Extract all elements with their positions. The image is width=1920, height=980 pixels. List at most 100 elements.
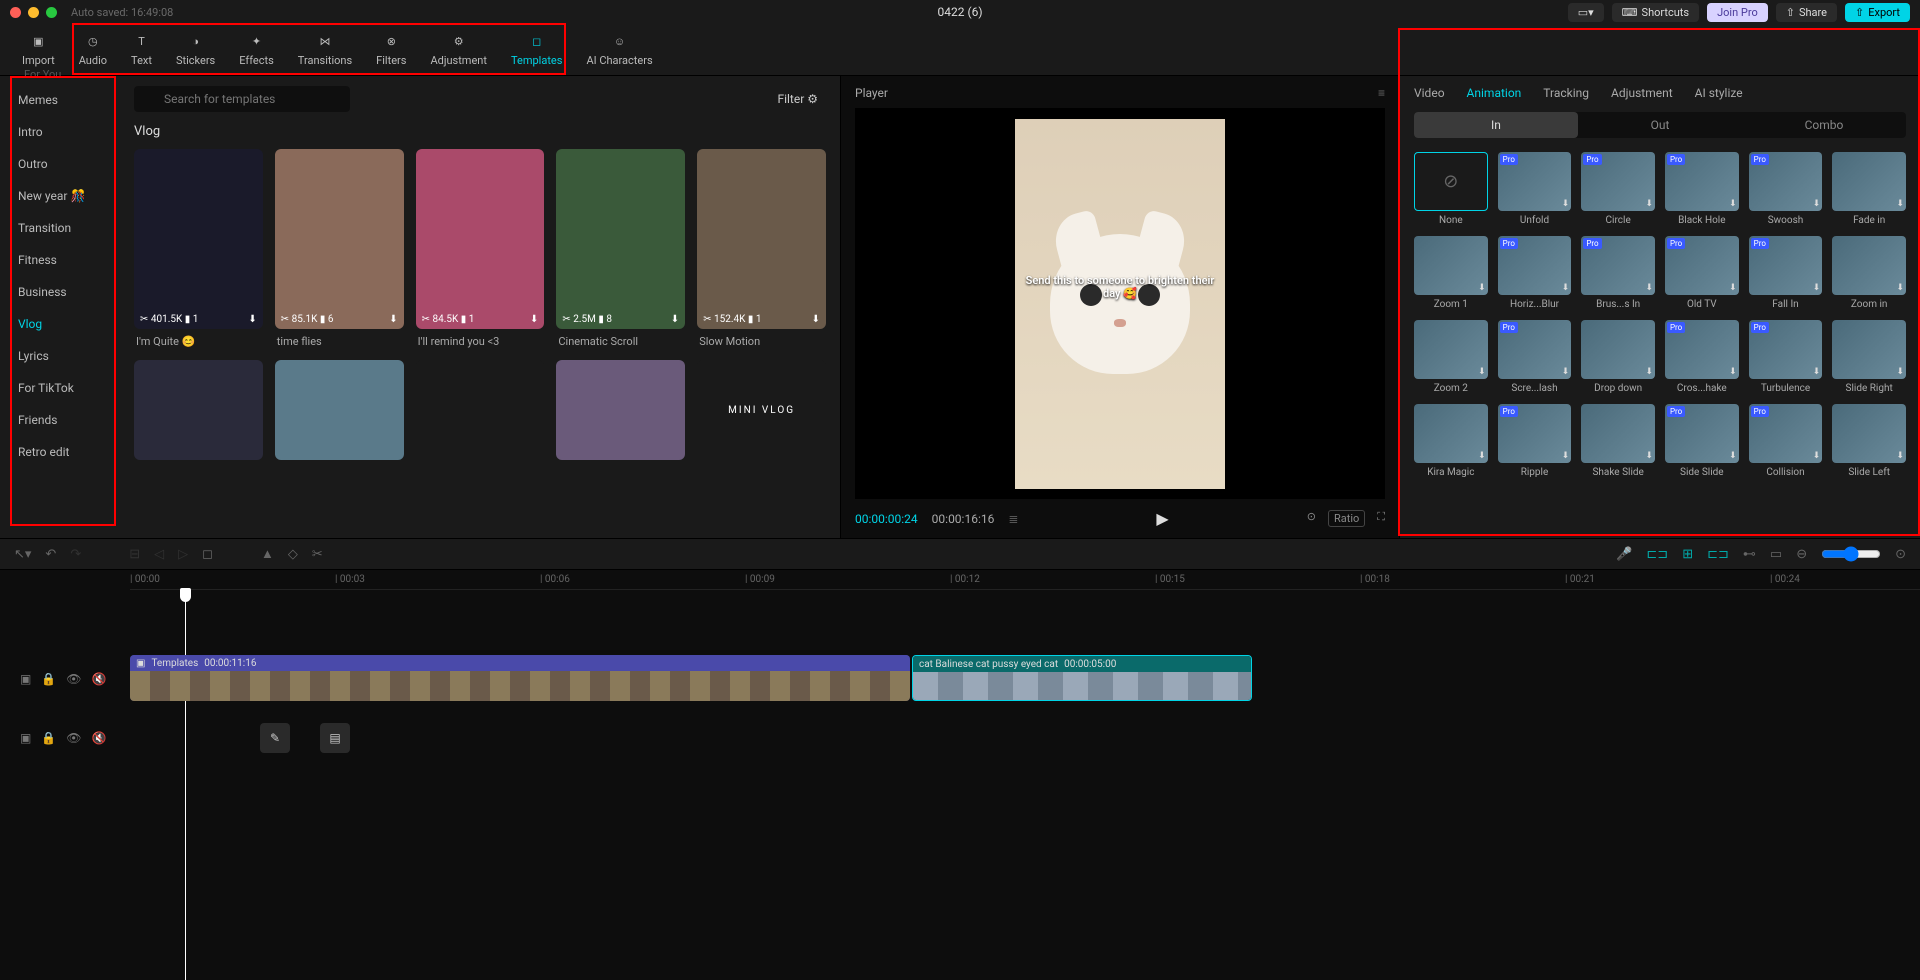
animation-ripple[interactable]: Pro⬇Ripple [1498,404,1572,478]
tool-audio[interactable]: ◷Audio [67,30,119,69]
animation-slide-right[interactable]: ⬇Slide Right [1832,320,1906,394]
animation-cros-hake[interactable]: Pro⬇Cros...hake [1665,320,1739,394]
segment-in[interactable]: In [1414,112,1578,138]
fullscreen-icon[interactable]: ⛶ [1377,510,1385,527]
zoom-out-icon[interactable]: ⊖ [1796,547,1807,562]
undo-icon[interactable]: ↶ [45,547,56,562]
mirror-icon[interactable]: ▲ [261,546,274,562]
track-mute-icon[interactable]: 🔇 [92,672,107,686]
animation-swoosh[interactable]: Pro⬇Swoosh [1749,152,1823,226]
screen-icon[interactable]: ▭ [1770,547,1782,562]
track2-mute-icon[interactable]: 🔇 [92,731,107,745]
template-card[interactable] [134,360,263,460]
template-card[interactable] [416,360,545,460]
tool-import[interactable]: ▣Import [10,30,67,69]
animation-fade-in[interactable]: ⬇Fade in [1832,152,1906,226]
template-card[interactable]: ✂ 401.5K ▮ 1⬇I'm Quite 😊 [134,149,263,348]
filter-button[interactable]: Filter ⚙ [769,87,826,111]
template-card[interactable]: ✂ 85.1K ▮ 6⬇time flies [275,149,404,348]
time-ruler[interactable]: | 00:00| 00:03| 00:06| 00:09| 00:12| 00:… [130,570,1920,590]
tool-adjustment[interactable]: ⚙Adjustment [418,30,499,69]
search-input[interactable] [134,86,350,112]
segment-out[interactable]: Out [1578,112,1742,138]
template-card[interactable]: ✂ 84.5K ▮ 1⬇I'll remind you <3 [416,149,545,348]
animation-zoom-2[interactable]: ⬇Zoom 2 [1414,320,1488,394]
scale-icon[interactable]: ⊙ [1307,510,1316,527]
export-button[interactable]: ⇧ Export [1845,3,1910,22]
cursor-tool-icon[interactable]: ↖▾ [14,547,31,562]
timeline-clip-templates[interactable]: ▣ Templates 00:00:11:16 [130,655,910,701]
animation-shake-slide[interactable]: ⬇Shake Slide [1581,404,1655,478]
crop2-icon[interactable]: ✂ [312,547,323,562]
sidebar-item-vlog[interactable]: Vlog [0,308,120,340]
animation-black-hole[interactable]: Pro⬇Black Hole [1665,152,1739,226]
tool-effects[interactable]: ✦Effects [227,30,286,69]
template-card[interactable] [556,360,685,460]
tab-video[interactable]: Video [1414,86,1445,100]
sidebar-item-retro-edit[interactable]: Retro edit [0,436,120,468]
delete-left-icon[interactable]: ◁ [154,547,164,562]
template-card[interactable]: ✂ 152.4K ▮ 1⬇Slow Motion [697,149,826,348]
mic-icon[interactable]: 🎤 [1616,547,1632,562]
animation-slide-left[interactable]: ⬇Slide Left [1832,404,1906,478]
layout-button[interactable]: ▭▾ [1568,3,1604,22]
track-eye-icon[interactable]: 👁 [66,672,81,686]
animation-zoom-1[interactable]: ⬇Zoom 1 [1414,236,1488,310]
player-menu-icon[interactable]: ≡ [1378,86,1385,100]
split-icon[interactable]: ⊟ [129,547,140,562]
tool-ai-characters[interactable]: ☺AI Characters [574,30,664,69]
tab-tracking[interactable]: Tracking [1543,86,1589,100]
rotate-icon[interactable]: ◇ [288,547,298,562]
player-canvas[interactable]: Send this to someone to brighten their d… [855,108,1385,499]
tab-animation[interactable]: Animation [1467,86,1522,100]
tab-adjustment[interactable]: Adjustment [1611,86,1673,100]
animation-horiz-blur[interactable]: Pro⬇Horiz...Blur [1498,236,1572,310]
animation-unfold[interactable]: Pro⬇Unfold [1498,152,1572,226]
crop-icon[interactable]: ◻ [202,547,213,562]
animation-zoom-in[interactable]: ⬇Zoom in [1832,236,1906,310]
animation-circle[interactable]: Pro⬇Circle [1581,152,1655,226]
animation-kira-magic[interactable]: ⬇Kira Magic [1414,404,1488,478]
tool-text[interactable]: TText [119,30,164,69]
animation-old-tv[interactable]: Pro⬇Old TV [1665,236,1739,310]
zoom-slider[interactable] [1821,546,1881,562]
track2-collapse-icon[interactable]: ▣ [20,731,31,745]
sidebar-item-new-year-[interactable]: New year 🎊 [0,180,120,212]
animation-brus-s-in[interactable]: Pro⬇Brus...s In [1581,236,1655,310]
animation-turbulence[interactable]: Pro⬇Turbulence [1749,320,1823,394]
track-edit-button[interactable]: ✎ [260,723,290,753]
play-button[interactable]: ▶ [1156,509,1168,528]
sidebar-item-memes[interactable]: Memes [0,84,120,116]
share-button[interactable]: ⇧ Share [1776,3,1837,22]
list-icon[interactable]: ≣ [1008,512,1018,526]
tab-ai-stylize[interactable]: AI stylize [1695,86,1743,100]
sidebar-item-business[interactable]: Business [0,276,120,308]
tool-transitions[interactable]: ⋈Transitions [286,30,364,69]
redo-icon[interactable]: ↷ [70,547,81,562]
animation-collision[interactable]: Pro⬇Collision [1749,404,1823,478]
segment-combo[interactable]: Combo [1742,112,1906,138]
zoom-fit-icon[interactable]: ⊙ [1895,547,1906,562]
sidebar-item-friends[interactable]: Friends [0,404,120,436]
tool-filters[interactable]: ⊗Filters [364,30,418,69]
sidebar-item-fitness[interactable]: Fitness [0,244,120,276]
template-card[interactable] [275,360,404,460]
join-pro-button[interactable]: Join Pro [1707,3,1768,22]
track-collapse-icon[interactable]: ▣ [20,672,31,686]
shortcuts-button[interactable]: ⌨ Shortcuts [1612,3,1699,22]
tool-stickers[interactable]: ◑Stickers [164,30,227,69]
track2-lock-icon[interactable]: 🔒 [41,731,56,745]
link-icon[interactable]: ⊷ [1743,547,1756,562]
playhead[interactable] [185,590,186,980]
animation-scre-lash[interactable]: Pro⬇Scre...lash [1498,320,1572,394]
window-close[interactable] [10,7,21,18]
sidebar-item-lyrics[interactable]: Lyrics [0,340,120,372]
marker1-icon[interactable]: ⊏⊐ [1646,547,1668,562]
delete-right-icon[interactable]: ▷ [178,547,188,562]
template-card[interactable]: MINI VLOG [697,360,826,460]
track2-eye-icon[interactable]: 👁 [66,731,81,745]
ratio-button[interactable]: Ratio [1328,510,1365,527]
animation-side-slide[interactable]: Pro⬇Side Slide [1665,404,1739,478]
animation-none[interactable]: ⊘None [1414,152,1488,226]
template-card[interactable]: ✂ 2.5M ▮ 8⬇Cinematic Scroll [556,149,685,348]
